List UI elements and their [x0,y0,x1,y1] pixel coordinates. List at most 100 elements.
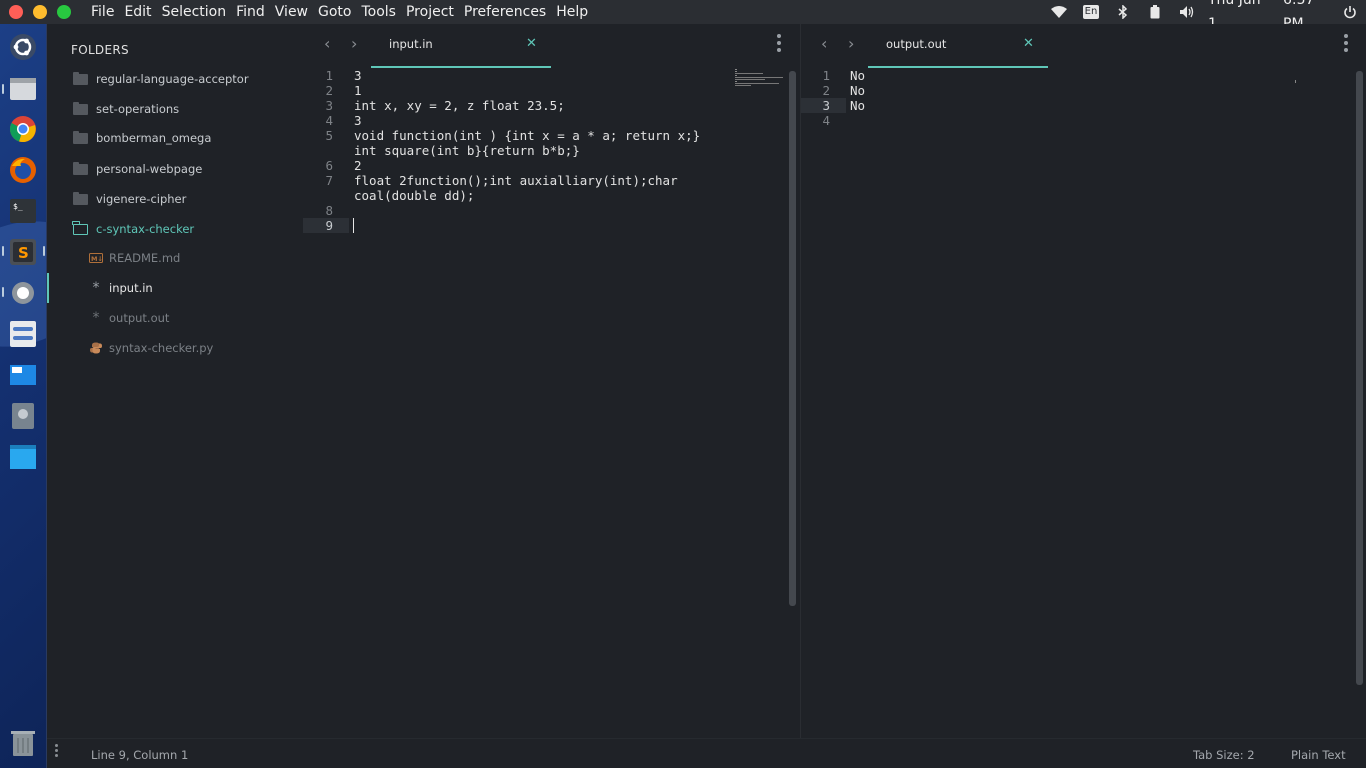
svg-text:$_: $_ [13,202,23,211]
editor-pane-left: ‹ › input.in ✕ 1 2 3 4 5 6 7 8 9 3 1 int… [303,24,799,738]
folder-personal-webpage[interactable]: personal-webpage [47,154,303,184]
file-label: output.out [109,311,170,325]
menu-edit[interactable]: Edit [119,0,156,24]
active-tab-underline [371,66,551,68]
launcher-dock: $_ S [0,24,47,768]
folder-icon [72,191,88,206]
folder-regular-language-acceptor[interactable]: regular-language-acceptor [47,64,303,94]
svg-text:M↓: M↓ [91,255,103,263]
line-number: 9 [325,218,333,233]
date-label[interactable]: Thu Jun 1 [1208,0,1272,32]
close-window-button[interactable] [9,5,23,19]
nav-forward-icon[interactable]: › [848,34,854,53]
code-line: 3 [354,68,362,83]
syntax-indicator[interactable]: Plain Text [1291,748,1346,762]
folder-icon [72,161,88,176]
folder-c-syntax-checker[interactable]: c-syntax-checker [47,214,303,244]
tab-output-out[interactable]: output.out ✕ [868,24,1048,68]
panel-toggle-icon[interactable] [55,744,58,757]
pane-menu-icon[interactable] [777,34,781,52]
sublime-running-indicator [2,246,4,256]
line-number: 4 [325,113,333,128]
code-line: int square(int b}{return b*b;} [354,143,580,158]
code-line: 1 [354,83,362,98]
files-running-indicator [2,84,4,94]
cursor-position[interactable]: Line 9, Column 1 [91,748,188,762]
files-icon[interactable] [8,73,38,103]
sublime-text-icon[interactable]: S [8,237,38,267]
selection-indicator [47,273,49,303]
menu-goto[interactable]: Goto [313,0,356,24]
menu-tools[interactable]: Tools [356,0,401,24]
vertical-scrollbar[interactable] [789,71,796,606]
folder-icon [72,101,88,116]
menu-preferences[interactable]: Preferences [459,0,551,24]
text-caret [353,218,354,233]
line-number: 3 [325,98,333,113]
volume-icon[interactable] [1178,0,1196,24]
nav-back-icon[interactable]: ‹ [821,34,827,53]
folder-vigenere-cipher[interactable]: vigenere-cipher [47,184,303,214]
minimap[interactable] [735,69,787,89]
markdown-icon: M↓ [89,251,103,265]
minimize-window-button[interactable] [33,5,47,19]
menu-file[interactable]: File [86,0,119,24]
status-bar: Line 9, Column 1 Tab Size: 2 Plain Text [47,738,1366,768]
folder-label: personal-webpage [96,162,203,176]
power-icon[interactable] [1342,0,1358,24]
file-label: README.md [109,251,181,265]
menu-find[interactable]: Find [231,0,270,24]
asterisk-icon: * [92,310,100,326]
line-number: 4 [822,113,830,128]
file-manager-icon[interactable] [8,442,38,472]
maximize-window-button[interactable] [57,5,71,19]
file-input-in[interactable]: * input.in [47,273,303,303]
file-syntax-checker-py[interactable]: syntax-checker.py [47,333,303,363]
top-menu-bar: File Edit Selection Find View Goto Tools… [0,0,1366,32]
app-menu: File Edit Selection Find View Goto Tools… [86,0,593,24]
wifi-icon[interactable] [1050,0,1068,24]
nav-back-icon[interactable]: ‹ [324,34,330,53]
firefox-icon[interactable] [8,155,38,185]
tab-input-in[interactable]: input.in ✕ [371,24,551,68]
window-manager-icon[interactable] [8,360,38,390]
line-number: 2 [822,83,830,98]
menu-selection[interactable]: Selection [157,0,232,24]
menu-project[interactable]: Project [401,0,459,24]
line-number: 5 [325,128,333,143]
file-output-out[interactable]: * output.out [47,303,303,333]
editor-pane-right: ‹ › output.out ✕ 1 2 3 4 No No No [800,24,1366,738]
disk-utility-icon[interactable] [8,401,38,431]
terminal-icon[interactable]: $_ [8,196,38,226]
asterisk-icon: * [92,280,100,296]
keyboard-layout-indicator[interactable]: En [1081,0,1101,24]
system-settings-icon[interactable] [8,319,38,349]
file-label: input.in [109,281,153,295]
bluetooth-icon[interactable] [1116,0,1130,24]
tab-label: input.in [389,37,433,51]
minimap[interactable] [1294,69,1298,83]
settings-gear-icon[interactable] [8,278,38,308]
folder-bomberman-omega[interactable]: bomberman_omega [47,123,303,153]
battery-icon[interactable] [1148,0,1162,24]
line-number: 1 [822,68,830,83]
close-tab-icon[interactable]: ✕ [526,36,537,51]
trash-icon[interactable] [8,728,38,758]
menu-help[interactable]: Help [551,0,593,24]
ubuntu-logo-icon[interactable] [8,32,38,62]
pane-menu-icon[interactable] [1344,34,1348,52]
folder-sidebar: FOLDERS regular-language-acceptor set-op… [47,24,303,738]
tab-label: output.out [886,37,947,51]
tab-size-indicator[interactable]: Tab Size: 2 [1193,748,1255,762]
file-readme[interactable]: M↓ README.md [47,243,303,273]
clock-label[interactable]: 6:57 PM [1283,0,1333,32]
menu-view[interactable]: View [270,0,313,24]
vertical-scrollbar[interactable] [1356,71,1363,685]
folder-set-operations[interactable]: set-operations [47,94,303,124]
code-line: 3 [354,113,362,128]
nav-forward-icon[interactable]: › [351,34,357,53]
code-line: No [850,83,866,98]
close-tab-icon[interactable]: ✕ [1023,36,1034,51]
folder-label: set-operations [96,102,180,116]
chrome-icon[interactable] [8,114,38,144]
